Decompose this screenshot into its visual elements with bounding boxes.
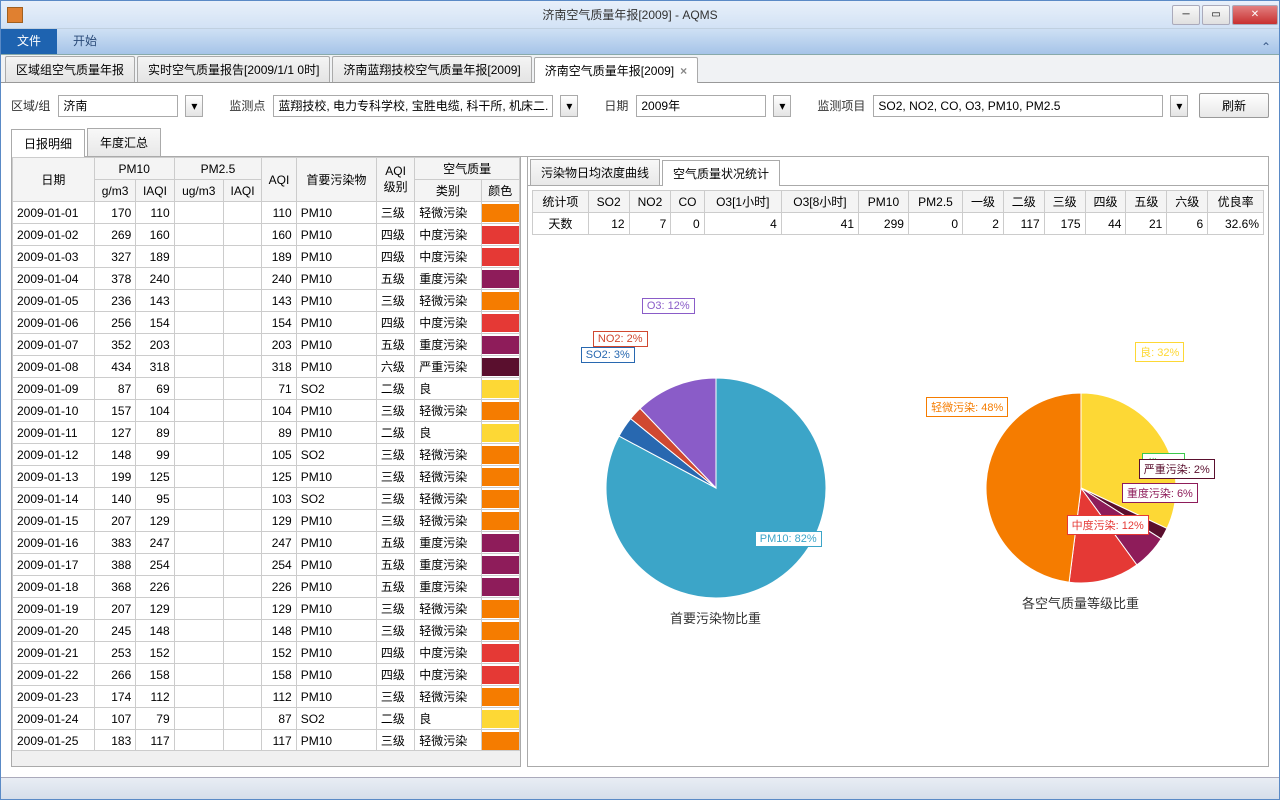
table-row[interactable]: 2009-01-1414095103SO2三级轻微污染: [13, 488, 520, 510]
table-row[interactable]: 2009-01-17388254254PM10五级重度污染: [13, 554, 520, 576]
close-button[interactable]: ✕: [1232, 5, 1278, 25]
right-pane: 污染物日均浓度曲线 空气质量状况统计 统计项SO2NO2COO3[1小时]O3[…: [527, 157, 1269, 767]
table-row[interactable]: 2009-01-13199125125PM10三级轻微污染: [13, 466, 520, 488]
table-row[interactable]: 2009-01-22266158158PM10四级中度污染: [13, 664, 520, 686]
ribbon-tab-start[interactable]: 开始: [57, 27, 113, 54]
table-row[interactable]: 2009-01-23174112112PM10三级轻微污染: [13, 686, 520, 708]
table-row[interactable]: 2009-01-02269160160PM10四级中度污染: [13, 224, 520, 246]
col-aqi[interactable]: AQI: [262, 158, 296, 202]
pie-slice-label: 良: 32%: [1135, 342, 1184, 362]
region-input[interactable]: [58, 95, 178, 117]
doc-tab-3[interactable]: 济南空气质量年报[2009]×: [534, 57, 698, 83]
station-input[interactable]: [273, 95, 553, 117]
table-row[interactable]: 2009-01-08434318318PM10六级严重污染: [13, 356, 520, 378]
charts-area: PM10: 82% SO2: 3%NO2: 2% O3: 12% 首要污染物比重 良: …: [528, 239, 1268, 766]
window-title: 济南空气质量年报[2009] - AQMS: [89, 6, 1171, 23]
dropdown-icon[interactable]: ▾: [773, 95, 791, 117]
table-row[interactable]: 2009-01-16383247247PM10五级重度污染: [13, 532, 520, 554]
close-icon[interactable]: ×: [680, 64, 687, 78]
pie-slice-label: NO2: 2%: [593, 331, 648, 347]
region-label: 区域/组: [11, 97, 50, 114]
pie-slice-label: SO2: 3%: [581, 347, 635, 363]
col-primary[interactable]: 首要污染物: [296, 158, 376, 202]
table-row[interactable]: 2009-01-21253152152PM10四级中度污染: [13, 642, 520, 664]
ribbon: 文件 开始 ⌃: [1, 29, 1279, 55]
table-row[interactable]: 2009-01-06256154154PM10四级中度污染: [13, 312, 520, 334]
left-pane: 日期 PM10 PM2.5 AQI 首要污染物 AQI级别 空气质量 g/m3 …: [11, 157, 521, 767]
titlebar: 济南空气质量年报[2009] - AQMS ─ ▭ ✕: [1, 1, 1279, 29]
pie-chart: PM10: 82% SO2: 3%NO2: 2% O3: 12% 首要污染物比重: [538, 249, 893, 756]
scrollbar[interactable]: [12, 750, 520, 766]
item-input[interactable]: [873, 95, 1163, 117]
table-row[interactable]: 2009-01-19207129129PM10三级轻微污染: [13, 598, 520, 620]
chart-title: 首要污染物比重: [670, 608, 761, 627]
table-row[interactable]: 2009-01-18368226226PM10五级重度污染: [13, 576, 520, 598]
table-row[interactable]: 2009-01-09876971SO2二级良: [13, 378, 520, 400]
tab-summary[interactable]: 年度汇总: [87, 128, 161, 156]
col-date[interactable]: 日期: [13, 158, 95, 202]
date-input[interactable]: [636, 95, 766, 117]
status-bar: [1, 777, 1279, 799]
col-air[interactable]: 空气质量: [415, 158, 520, 180]
pie-slice-label: PM10: 82%: [755, 531, 822, 547]
table-row[interactable]: 2009-01-20245148148PM10三级轻微污染: [13, 620, 520, 642]
table-row[interactable]: 2009-01-25183117117PM10三级轻微污染: [13, 730, 520, 751]
table-row[interactable]: 2009-01-04378240240PM10五级重度污染: [13, 268, 520, 290]
ribbon-collapse-icon[interactable]: ⌃: [1261, 40, 1271, 54]
table-row[interactable]: 2009-01-241077987SO2二级良: [13, 708, 520, 730]
pie-slice-label: 轻微污染: 48%: [926, 397, 1008, 417]
document-tabs: 区域组空气质量年报 实时空气质量报告[2009/1/1 0时] 济南蓝翔技校空气…: [1, 55, 1279, 83]
table-row[interactable]: 2009-01-07352203203PM10五级重度污染: [13, 334, 520, 356]
dropdown-icon[interactable]: ▾: [1170, 95, 1188, 117]
col-pm10[interactable]: PM10: [94, 158, 174, 180]
pie-chart: 良: 32%优: 2%严重污染: 2%重度污染: 6%中度污染: 12%轻微污染…: [903, 249, 1258, 756]
pie-slice-label: O3: 12%: [642, 298, 695, 314]
date-label: 日期: [604, 97, 628, 114]
filter-bar: 区域/组 ▾ 监测点 ▾ 日期 ▾ 监测项目 ▾ 刷新: [1, 83, 1279, 128]
right-tab-curve[interactable]: 污染物日均浓度曲线: [530, 159, 660, 185]
table-row[interactable]: 2009-01-15207129129PM10三级轻微污染: [13, 510, 520, 532]
item-label: 监测项目: [817, 97, 865, 114]
daily-grid[interactable]: 日期 PM10 PM2.5 AQI 首要污染物 AQI级别 空气质量 g/m3 …: [12, 157, 520, 750]
tab-detail[interactable]: 日报明细: [11, 129, 85, 157]
ribbon-tab-file[interactable]: 文件: [1, 27, 57, 54]
chart-title: 各空气质量等级比重: [1022, 593, 1139, 612]
dropdown-icon[interactable]: ▾: [560, 95, 578, 117]
doc-tab-0[interactable]: 区域组空气质量年报: [5, 56, 135, 82]
doc-tab-2[interactable]: 济南蓝翔技校空气质量年报[2009]: [332, 56, 531, 82]
station-label: 监测点: [229, 97, 265, 114]
table-row[interactable]: 2009-01-05236143143PM10三级轻微污染: [13, 290, 520, 312]
app-icon: [7, 7, 23, 23]
maximize-button[interactable]: ▭: [1202, 5, 1230, 25]
dropdown-icon[interactable]: ▾: [185, 95, 203, 117]
pie-slice-label: 严重污染: 2%: [1139, 459, 1215, 479]
table-row[interactable]: 2009-01-1214899105SO2三级轻微污染: [13, 444, 520, 466]
pie-slice-label: 重度污染: 6%: [1122, 483, 1198, 503]
minimize-button[interactable]: ─: [1172, 5, 1200, 25]
doc-tab-1[interactable]: 实时空气质量报告[2009/1/1 0时]: [137, 56, 330, 82]
inner-tab-strip: 日报明细 年度汇总: [11, 128, 1269, 157]
pie-slice-label: 中度污染: 12%: [1067, 515, 1149, 535]
table-row[interactable]: 2009-01-111278989PM10二级良: [13, 422, 520, 444]
table-row[interactable]: 2009-01-03327189189PM10四级中度污染: [13, 246, 520, 268]
table-row[interactable]: 2009-01-10157104104PM10三级轻微污染: [13, 400, 520, 422]
right-tab-stats[interactable]: 空气质量状况统计: [662, 160, 780, 186]
col-pm25[interactable]: PM2.5: [174, 158, 262, 180]
col-level[interactable]: AQI级别: [376, 158, 414, 202]
table-row[interactable]: 2009-01-01170110110PM10三级轻微污染: [13, 202, 520, 224]
stats-table[interactable]: 统计项SO2NO2COO3[1小时]O3[8小时]PM10PM2.5一级二级三级…: [532, 190, 1264, 235]
refresh-button[interactable]: 刷新: [1199, 93, 1269, 118]
